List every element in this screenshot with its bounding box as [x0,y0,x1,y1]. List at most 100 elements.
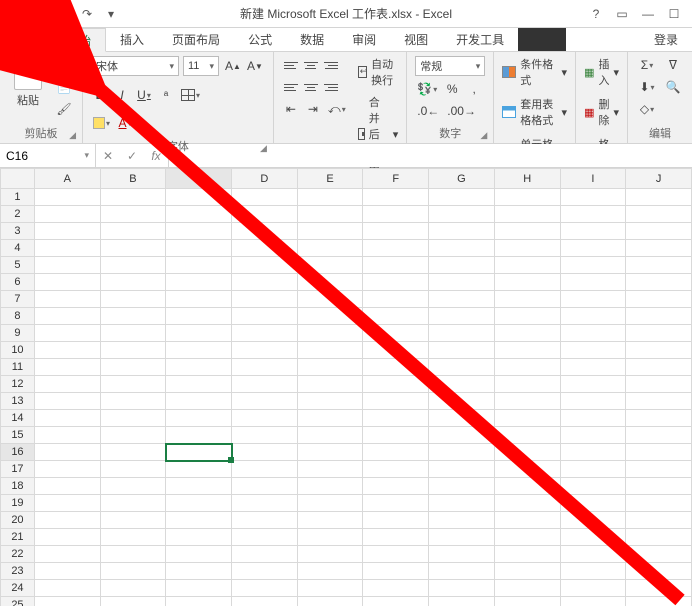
cell[interactable] [363,427,429,444]
cell[interactable] [626,495,692,512]
cell[interactable] [297,325,363,342]
cell[interactable] [100,342,166,359]
cell[interactable] [100,529,166,546]
cell[interactable] [429,563,495,580]
cell[interactable] [429,478,495,495]
cell[interactable] [297,274,363,291]
row-header[interactable]: 7 [1,291,35,308]
cell[interactable] [560,308,626,325]
cell[interactable] [429,359,495,376]
cell[interactable] [232,410,298,427]
insert-cells-button[interactable]: 插入▾ [584,56,619,88]
underline-button[interactable]: U▾ [135,86,153,104]
cell[interactable] [626,359,692,376]
tab-file[interactable]: 文件 [0,28,52,51]
cell[interactable] [100,461,166,478]
cell[interactable] [34,342,100,359]
cell[interactable] [363,478,429,495]
cell[interactable] [560,206,626,223]
cell[interactable] [494,376,560,393]
cell[interactable] [34,291,100,308]
cell[interactable] [363,240,429,257]
cell[interactable] [560,393,626,410]
cell[interactable] [100,495,166,512]
cell[interactable] [297,291,363,308]
cell[interactable] [429,580,495,597]
cell[interactable] [429,189,495,206]
sort-filter-icon[interactable]: ᐁ [662,56,684,74]
cell[interactable] [166,512,232,529]
cell[interactable] [560,325,626,342]
cell[interactable] [34,461,100,478]
cell[interactable] [626,291,692,308]
column-header[interactable]: I [560,169,626,189]
row-header[interactable]: 12 [1,376,35,393]
cell[interactable] [494,444,560,461]
cell[interactable] [626,393,692,410]
cell[interactable] [494,495,560,512]
cell[interactable] [100,223,166,240]
minimize-icon[interactable]: — [636,4,660,24]
align-left-icon[interactable] [282,78,300,96]
cell[interactable] [626,223,692,240]
row-header[interactable]: 6 [1,274,35,291]
cell[interactable] [363,529,429,546]
cell[interactable] [100,512,166,529]
tab-insert[interactable]: 插入 [106,28,158,51]
cell[interactable] [100,580,166,597]
cell[interactable] [166,325,232,342]
column-header[interactable]: G [429,169,495,189]
cell[interactable] [560,512,626,529]
cell[interactable] [363,393,429,410]
tab-data[interactable]: 数据 [286,28,338,51]
cell[interactable] [232,495,298,512]
cell[interactable] [100,325,166,342]
cell[interactable] [494,461,560,478]
cell[interactable] [166,461,232,478]
borders-button[interactable]: ▾ [179,86,202,104]
row-header[interactable]: 21 [1,529,35,546]
cell[interactable] [100,206,166,223]
cell[interactable] [494,512,560,529]
cell[interactable] [297,257,363,274]
cell[interactable] [363,206,429,223]
cell[interactable] [34,223,100,240]
cell[interactable] [166,240,232,257]
cell[interactable] [494,257,560,274]
cell[interactable] [34,597,100,606]
dialog-launcher-icon[interactable]: ◢ [69,130,76,141]
cell[interactable] [166,529,232,546]
cell[interactable] [232,342,298,359]
cell[interactable] [626,206,692,223]
cell[interactable] [494,393,560,410]
cell[interactable] [429,529,495,546]
cell[interactable] [363,223,429,240]
cell[interactable] [429,393,495,410]
cell[interactable] [429,495,495,512]
cell[interactable] [297,308,363,325]
cell[interactable] [626,274,692,291]
cell[interactable] [100,240,166,257]
cell[interactable] [429,206,495,223]
comma-style-icon[interactable]: , [465,80,483,98]
cell[interactable] [560,223,626,240]
cell[interactable] [363,274,429,291]
cell[interactable] [166,427,232,444]
cell[interactable] [34,427,100,444]
cell[interactable] [494,308,560,325]
column-header[interactable]: A [34,169,100,189]
cell[interactable] [166,563,232,580]
cell[interactable] [166,189,232,206]
bold-button[interactable]: B [91,86,109,104]
cell[interactable] [34,308,100,325]
number-format-combo[interactable]: 常规▾ [415,56,485,76]
cell[interactable] [560,495,626,512]
align-bottom-icon[interactable] [322,56,340,74]
cell[interactable] [166,444,232,461]
cell[interactable] [429,597,495,606]
name-box[interactable]: ▾ [0,144,96,167]
cell[interactable] [429,325,495,342]
cell[interactable] [297,529,363,546]
cell[interactable] [232,444,298,461]
cut-icon[interactable]: ✂ [54,56,74,74]
